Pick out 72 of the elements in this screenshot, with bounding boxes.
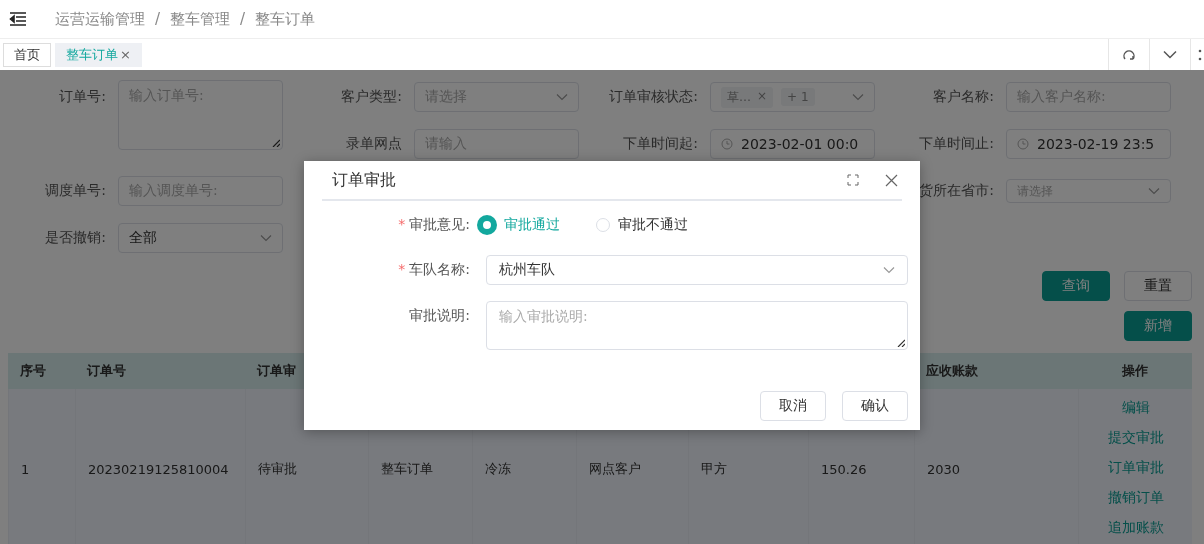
- field-label: 客户名称:: [932, 88, 994, 106]
- table-cell: 待审批: [258, 460, 297, 478]
- table-cell: 整车订单: [381, 460, 433, 478]
- tab-close[interactable]: ×: [120, 47, 131, 62]
- resize-handle-icon[interactable]: [897, 339, 905, 347]
- table-cell: 150.26: [821, 461, 867, 477]
- breadcrumb-item[interactable]: 整车管理: [170, 9, 231, 29]
- fleet-select[interactable]: 杭州车队: [486, 255, 908, 285]
- clock-icon: [721, 138, 733, 150]
- chevron-down-icon[interactable]: [1163, 50, 1177, 59]
- table-cell: 冷冻: [485, 460, 511, 478]
- breadcrumb-separator: /: [155, 10, 161, 28]
- field-label: 审批意见:: [409, 216, 470, 234]
- more-icon[interactable]: [1197, 47, 1203, 62]
- tab-label: 首页: [14, 45, 40, 64]
- table-cell: 20230219125810004: [88, 461, 229, 477]
- column-header: 操作: [1122, 362, 1148, 380]
- field-label: 车队名称:: [409, 261, 470, 279]
- field-label: 审批说明:: [409, 307, 470, 325]
- column-header: 序号: [20, 362, 46, 380]
- action-link[interactable]: 编辑: [1121, 397, 1150, 418]
- chevron-down-icon: [260, 234, 272, 242]
- reset-button[interactable]: 重置: [1124, 271, 1192, 301]
- menu-fold-icon[interactable]: [9, 12, 27, 26]
- tab-label: 整车订单: [66, 45, 118, 64]
- action-link[interactable]: 撤销订单: [1107, 487, 1164, 508]
- radio-option[interactable]: 审批不通过: [596, 216, 688, 234]
- clock-icon: [1017, 138, 1029, 150]
- resize-handle-icon[interactable]: [272, 139, 280, 147]
- field-label: 客户类型:: [340, 88, 402, 106]
- date-field[interactable]: 2023-02-01 00:0: [710, 129, 875, 159]
- column-header: 订单审: [257, 362, 296, 380]
- chevron-down-icon: [883, 266, 895, 274]
- page-tab[interactable]: 首页: [3, 42, 51, 67]
- action-link[interactable]: 追加账款: [1107, 517, 1164, 538]
- select-field[interactable]: 全部: [118, 223, 283, 253]
- column-header: 应收账款: [926, 362, 978, 380]
- refresh-icon[interactable]: [1122, 47, 1136, 62]
- chevron-down-icon: [1148, 187, 1160, 195]
- chevron-down-icon: [556, 93, 568, 101]
- field-label: 下单时间起:: [622, 135, 698, 153]
- field-label: 货所在省市:: [918, 182, 994, 200]
- fullscreen-icon[interactable]: [847, 174, 859, 186]
- required-mark: *: [398, 216, 406, 234]
- table-cell: 2030: [927, 461, 961, 477]
- breadcrumb-item[interactable]: 运营运输管理: [55, 9, 145, 29]
- search-button[interactable]: 查询: [1042, 271, 1110, 301]
- add-button[interactable]: 新增: [1124, 311, 1192, 341]
- field-label: 订单号:: [58, 87, 106, 106]
- breadcrumb-separator: /: [240, 10, 246, 28]
- column-header: 订单号: [87, 362, 126, 380]
- required-mark: *: [398, 261, 406, 279]
- table-cell: 1: [21, 461, 30, 477]
- field-label: 调度单号:: [44, 182, 106, 200]
- note-field[interactable]: 输入审批说明:: [486, 301, 908, 350]
- field-label: 订单审核状态:: [608, 88, 698, 106]
- radio-option[interactable]: 审批通过: [478, 216, 560, 234]
- field-label: 录单网点: [345, 135, 402, 153]
- cancel-button[interactable]: 取消: [760, 391, 826, 421]
- chevron-down-icon: [852, 93, 864, 101]
- action-link[interactable]: 订单审批: [1107, 457, 1164, 478]
- table-cell: 甲方: [701, 460, 727, 478]
- table-cell: 网点客户: [589, 460, 641, 478]
- field-label: 下单时间止:: [918, 135, 994, 153]
- date-field[interactable]: 2023-02-19 23:5: [1006, 129, 1171, 159]
- field-label: 是否撤销:: [44, 229, 106, 247]
- close-icon[interactable]: [885, 173, 898, 187]
- dialog-title: 订单审批: [332, 169, 396, 191]
- action-link[interactable]: 提交审批: [1107, 427, 1164, 448]
- confirm-button[interactable]: 确认: [842, 391, 908, 421]
- breadcrumb-item[interactable]: 整车订单: [255, 9, 316, 29]
- page-tab[interactable]: 整车订单×: [55, 42, 142, 67]
